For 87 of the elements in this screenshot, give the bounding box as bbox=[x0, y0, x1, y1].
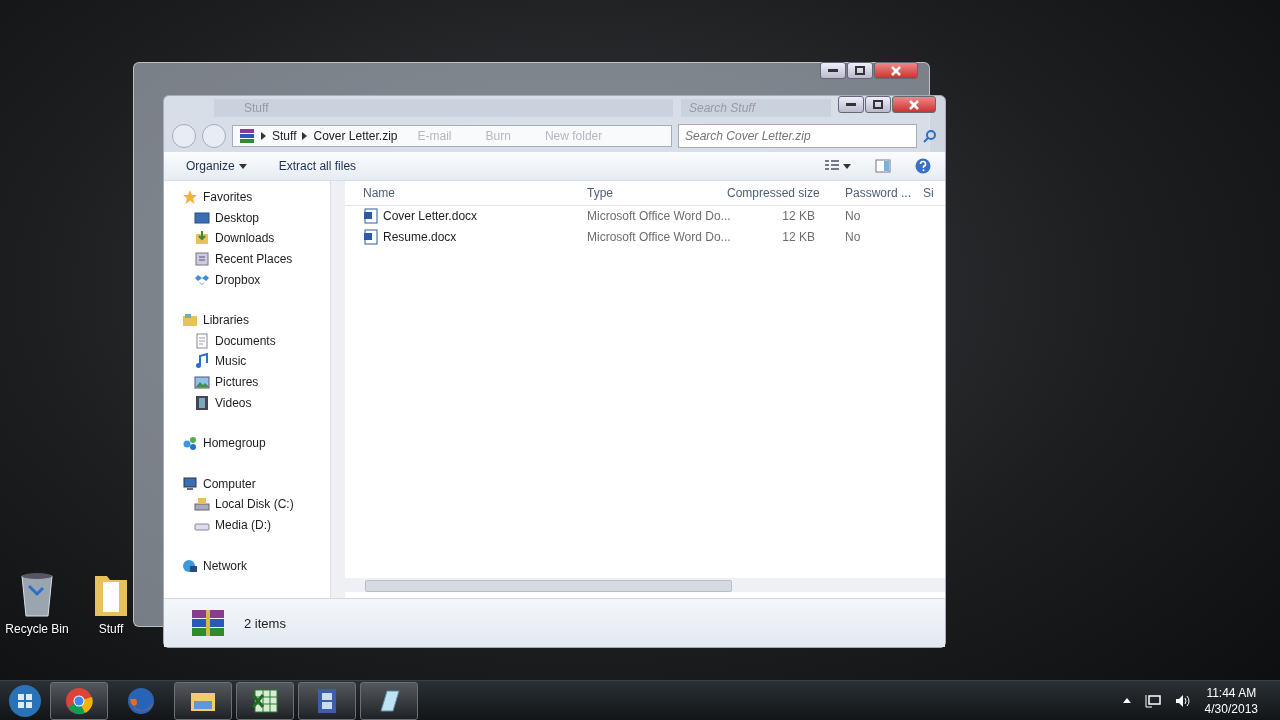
spreadsheet-icon bbox=[251, 689, 278, 712]
navigation-item[interactable]: Documents bbox=[182, 330, 276, 352]
toolbar-item: New folder bbox=[543, 129, 604, 143]
network-icon bbox=[182, 557, 198, 574]
recent-icon bbox=[194, 251, 210, 268]
help-icon[interactable] bbox=[915, 158, 931, 174]
close-icon bbox=[891, 65, 901, 76]
star-icon bbox=[182, 189, 198, 206]
video-icon bbox=[194, 394, 210, 411]
maximize-button[interactable] bbox=[847, 62, 873, 79]
navigation-item[interactable]: Pictures bbox=[182, 371, 259, 393]
clock-time[interactable]: 11:44 AM bbox=[1206, 684, 1257, 701]
music-icon bbox=[194, 353, 210, 370]
navigation-item[interactable]: Dropbox bbox=[182, 269, 261, 290]
archive-icon bbox=[190, 608, 226, 638]
search-icon[interactable] bbox=[923, 129, 937, 143]
taskbar-button[interactable] bbox=[174, 681, 232, 720]
column-header[interactable]: Password ... bbox=[845, 186, 923, 200]
navigation-item[interactable]: Local Disk (C:) bbox=[182, 494, 294, 515]
column-header[interactable]: Compressed size bbox=[727, 186, 845, 200]
file-name[interactable]: Resume.docx bbox=[383, 229, 457, 244]
film-icon bbox=[318, 688, 336, 713]
address-bar[interactable]: Stuff Cover Letter.zip E-mail Burn New folder bbox=[232, 125, 672, 147]
computer-icon bbox=[182, 475, 198, 492]
recycle-bin-icon bbox=[19, 572, 55, 618]
chevron-icon[interactable] bbox=[261, 132, 266, 140]
chevron-icon[interactable] bbox=[302, 132, 308, 140]
picture-icon bbox=[194, 374, 210, 391]
folder-icon bbox=[191, 692, 215, 711]
network-icon[interactable] bbox=[1144, 693, 1161, 708]
show-hidden-icons-icon[interactable] bbox=[1122, 698, 1131, 703]
taskbar-button[interactable] bbox=[298, 681, 356, 720]
table-cell-text: No bbox=[845, 209, 862, 224]
document-icon bbox=[194, 332, 210, 349]
minimize-button[interactable] bbox=[820, 62, 846, 79]
navigation-item[interactable]: Downloads bbox=[182, 228, 275, 249]
column-header[interactable]: Type bbox=[587, 186, 727, 200]
desktop-icon-label[interactable]: Stuff bbox=[98, 622, 124, 636]
maximize-icon bbox=[855, 66, 865, 75]
navigation-item[interactable]: Media (D:) bbox=[182, 514, 271, 536]
breadcrumb-item[interactable]: Cover Letter.zip bbox=[313, 129, 398, 143]
navigation-item[interactable]: Music bbox=[182, 351, 247, 372]
column-header[interactable]: Name bbox=[363, 186, 587, 200]
download-icon bbox=[194, 230, 210, 247]
notepad-icon bbox=[380, 690, 400, 711]
search-field[interactable]: Search Cover Letter.zip bbox=[678, 124, 917, 148]
desktop-icon-label[interactable]: Recycle Bin bbox=[5, 622, 69, 636]
navigation-item[interactable]: Network bbox=[182, 555, 247, 576]
close-button[interactable] bbox=[874, 62, 918, 79]
word-document-icon bbox=[363, 208, 379, 225]
vertical-scrollbar[interactable] bbox=[330, 181, 345, 598]
navigation-item[interactable]: Homegroup bbox=[182, 432, 266, 454]
taskbar-button[interactable] bbox=[360, 681, 418, 720]
disk-icon bbox=[194, 496, 210, 513]
archive-icon bbox=[239, 128, 255, 144]
navigation-item[interactable]: Desktop bbox=[182, 207, 260, 229]
breadcrumb-item[interactable]: Stuff bbox=[272, 129, 297, 143]
word-document-icon bbox=[363, 228, 379, 245]
toolbar-button[interactable]: Organize bbox=[182, 157, 251, 175]
speaker-icon[interactable] bbox=[1174, 693, 1191, 708]
toolbar-item: E-mail bbox=[416, 129, 453, 143]
file-name[interactable]: Cover Letter.docx bbox=[383, 209, 478, 224]
navigation-item[interactable]: Computer bbox=[182, 473, 256, 495]
toolbar-button[interactable]: Extract all files bbox=[274, 157, 361, 175]
horizontal-scrollbar[interactable] bbox=[345, 578, 945, 592]
navigation-item[interactable]: Videos bbox=[182, 392, 252, 413]
minimize-icon bbox=[846, 102, 856, 107]
column-header[interactable]: Si bbox=[923, 186, 943, 200]
item-count: 2 items bbox=[244, 615, 286, 631]
navigation-item[interactable]: Libraries bbox=[182, 309, 250, 331]
taskbar-button[interactable] bbox=[50, 681, 108, 720]
close-icon bbox=[909, 99, 919, 110]
close-button[interactable] bbox=[892, 96, 936, 113]
navigation-item[interactable]: Recent Places bbox=[182, 248, 293, 270]
navigation-item[interactable]: Favorites bbox=[182, 187, 253, 208]
maximize-button[interactable] bbox=[865, 96, 891, 113]
library-icon bbox=[182, 312, 198, 329]
view-options-icon[interactable] bbox=[825, 160, 851, 172]
minimize-icon bbox=[828, 68, 838, 73]
desktop-icon bbox=[194, 209, 210, 226]
clock-date[interactable]: 4/30/2013 bbox=[1204, 700, 1258, 717]
maximize-icon bbox=[873, 100, 883, 109]
homegroup-icon bbox=[182, 435, 198, 452]
minimize-button[interactable] bbox=[838, 96, 864, 113]
table-cell-text: No bbox=[845, 229, 862, 244]
toolbar-item: Burn bbox=[484, 129, 512, 143]
taskbar-button[interactable] bbox=[236, 681, 294, 720]
